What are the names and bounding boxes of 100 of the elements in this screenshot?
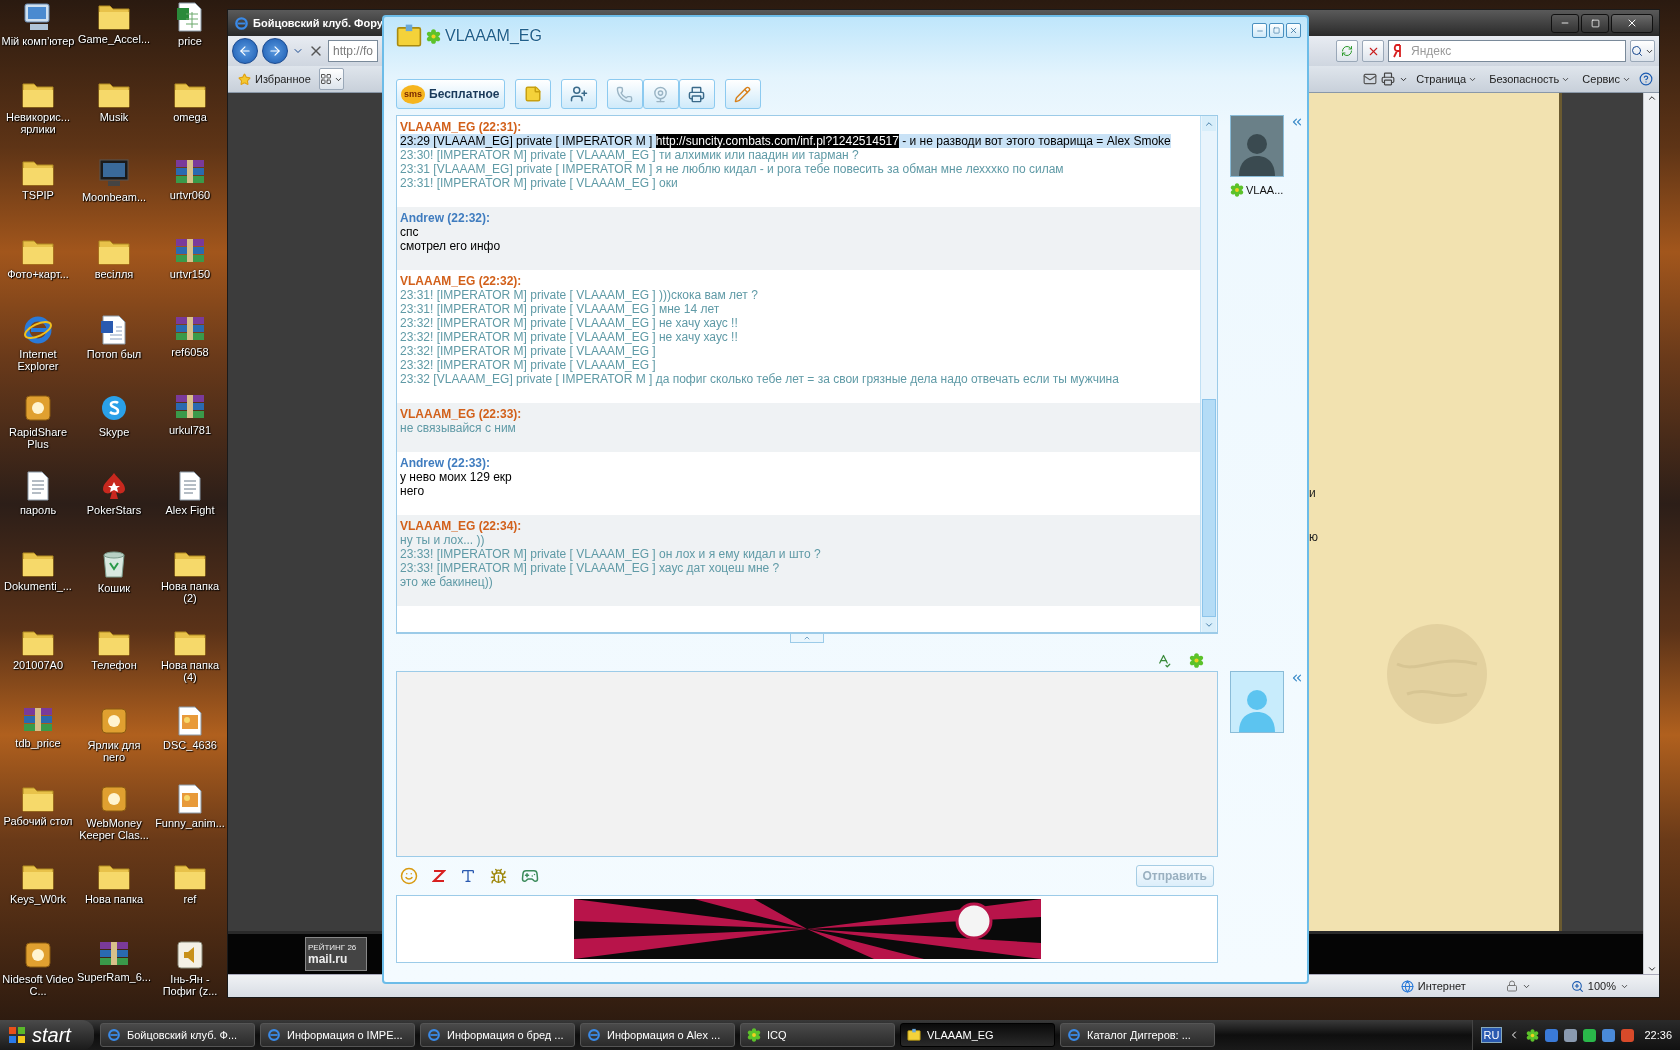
taskbar-button[interactable]: Бойцовский клуб. Ф... xyxy=(100,1023,255,1047)
start-button[interactable]: start xyxy=(0,1020,94,1050)
desktop-icon-label[interactable]: Ярлик для nero xyxy=(77,738,151,763)
fax-button[interactable] xyxy=(678,79,715,109)
favorites-button[interactable]: Избранное xyxy=(234,69,315,89)
desktop-icon-label[interactable]: пароль xyxy=(19,504,57,517)
recycle-bin-icon xyxy=(100,549,128,580)
tray-icon[interactable] xyxy=(1583,1028,1597,1042)
scroll-down-icon[interactable] xyxy=(1646,964,1657,974)
back-button[interactable] xyxy=(232,38,258,64)
desktop-icon-label[interactable]: DSC_4636 xyxy=(163,738,217,751)
maximize-button[interactable] xyxy=(1269,23,1284,38)
taskbar-button[interactable]: Информация о IMPE... xyxy=(260,1023,415,1047)
desktop-icon-label[interactable]: Потоп был xyxy=(86,347,142,360)
collapse-icon[interactable] xyxy=(1290,671,1304,685)
desktop-icon-label[interactable]: Skype xyxy=(98,425,130,438)
desktop-icon-label[interactable]: Телефон xyxy=(91,658,137,671)
taskbar-button[interactable]: ICQ xyxy=(740,1023,895,1047)
desktop-icon-label[interactable]: TSPIP xyxy=(22,189,54,202)
message-text: него xyxy=(400,484,426,498)
close-button[interactable] xyxy=(1286,23,1301,38)
zigzag-icon[interactable] xyxy=(432,869,446,883)
add-contact-button[interactable] xyxy=(560,79,597,109)
smiley-icon[interactable] xyxy=(400,867,418,885)
mail-icon[interactable] xyxy=(1363,72,1378,86)
desktop-icon-label[interactable]: Фото+карт... xyxy=(7,267,69,280)
desktop-icon-label[interactable]: Рабочий стол xyxy=(3,814,73,827)
tabs-grid-button[interactable] xyxy=(318,68,344,90)
minimize-button[interactable] xyxy=(1551,13,1579,33)
tray-icon[interactable] xyxy=(1602,1028,1616,1042)
desktop-icon-label[interactable]: urtvr150 xyxy=(169,267,211,280)
desktop-icon-label[interactable]: Nidesoft Video C... xyxy=(1,973,75,998)
spellcheck-icon[interactable] xyxy=(1156,652,1171,668)
desktop-icon-label[interactable]: PokerStars xyxy=(86,504,142,517)
spreadsheet-icon xyxy=(176,2,204,32)
desktop-icon-label[interactable]: Internet Explorer xyxy=(1,347,75,372)
link[interactable]: http://suncity.combats.com/inf.pl?1242514517 xyxy=(655,134,899,148)
desktop-icon-label[interactable]: весілля xyxy=(94,267,134,280)
scrollbar[interactable] xyxy=(1643,93,1659,974)
desktop-icon-label[interactable]: 201007A0 xyxy=(12,658,64,671)
help-icon[interactable] xyxy=(1639,72,1653,86)
command-menu[interactable]: Страница xyxy=(1412,69,1482,89)
notes-button[interactable] xyxy=(514,79,551,109)
desktop-icon-label[interactable]: Мій комп’ютер xyxy=(1,35,75,47)
desktop-icon-label[interactable]: urkul781 xyxy=(168,423,212,436)
taskbar-button[interactable]: VLAAAM_EG xyxy=(900,1023,1055,1047)
desktop-icon-label[interactable]: price xyxy=(178,35,202,47)
desktop-icon-label[interactable]: Musik xyxy=(99,111,129,124)
desktop-icon-label[interactable]: Funny_anim... xyxy=(155,816,225,829)
desktop-icon-label[interactable]: Keys_W0rk xyxy=(9,893,67,906)
taskbar-button[interactable]: Информация о Alex ... xyxy=(580,1023,735,1047)
edit-button[interactable] xyxy=(724,79,761,109)
desktop-icon-label[interactable]: RapidShare Plus xyxy=(1,425,75,450)
scroll-up-icon[interactable] xyxy=(1646,93,1657,103)
command-menu[interactable]: Безопасность xyxy=(1485,69,1575,89)
refresh-button[interactable] xyxy=(1336,40,1358,62)
zoom-button[interactable]: 100% xyxy=(1570,979,1629,993)
desktop-icon-label[interactable]: Кошик xyxy=(97,582,131,595)
command-menu[interactable]: Сервис xyxy=(1578,69,1635,89)
desktop-icon-label[interactable]: Dokumenti_... xyxy=(4,580,72,593)
gamepad-icon[interactable] xyxy=(521,867,539,885)
desktop-icon-label[interactable]: urtvr060 xyxy=(169,189,211,202)
tray-icon[interactable] xyxy=(1621,1028,1635,1042)
message-input[interactable] xyxy=(396,671,1218,857)
desktop-icon-label[interactable]: Нова папка xyxy=(84,893,144,906)
stop-button[interactable] xyxy=(1362,40,1384,62)
sms-button[interactable]: sms Бесплатное xyxy=(396,79,505,109)
desktop-icon-label[interactable]: Нова папка (2) xyxy=(153,580,227,605)
desktop-icon-label[interactable]: Нова папка (4) xyxy=(153,658,227,683)
text-format-icon[interactable] xyxy=(460,868,476,884)
taskbar-button[interactable]: Информация о бред ... xyxy=(420,1023,575,1047)
scroll-thumb[interactable] xyxy=(1202,399,1216,617)
print-icon[interactable] xyxy=(1381,72,1396,86)
maximize-button[interactable] xyxy=(1581,13,1609,33)
desktop-icon-label[interactable]: WebMoney Keeper Clas... xyxy=(77,816,151,841)
desktop-icon-label[interactable]: Moonbeam... xyxy=(81,191,147,204)
minimize-button[interactable] xyxy=(1252,23,1267,38)
scrollbar[interactable] xyxy=(1200,116,1217,632)
desktop-icon-label[interactable]: Alex Fight xyxy=(165,504,215,517)
desktop-icon-label[interactable]: tdb_price xyxy=(15,736,61,749)
bug-icon[interactable] xyxy=(490,867,507,885)
desktop-icon-label[interactable]: ref6058 xyxy=(171,345,209,358)
search-button[interactable] xyxy=(1630,40,1655,62)
forward-button[interactable] xyxy=(262,38,288,64)
desktop-icon-label[interactable]: Game_Accel... xyxy=(77,33,151,45)
address-field[interactable]: http://fo xyxy=(328,40,378,62)
desktop-icon-label[interactable]: omega xyxy=(173,111,207,124)
desktop-icon-label[interactable]: Інь-Ян - Пофиг (z... xyxy=(153,973,227,998)
desktop-icon-label[interactable]: ref xyxy=(183,893,197,906)
counter-badge[interactable]: РЕЙТИНГ 26 mail.ru xyxy=(305,937,367,971)
collapse-icon[interactable] xyxy=(1290,115,1304,129)
close-button[interactable] xyxy=(1611,13,1653,33)
splitter-handle[interactable] xyxy=(790,634,824,643)
language-button[interactable]: RU xyxy=(1480,1027,1503,1043)
network-icon[interactable] xyxy=(1545,1028,1559,1042)
lock-icon[interactable] xyxy=(1505,980,1518,992)
tray-icon[interactable] xyxy=(1564,1028,1578,1042)
taskbar-button[interactable]: Каталог Диггеров: ... xyxy=(1060,1023,1215,1047)
desktop-icon-label[interactable]: SuperRam_6... xyxy=(77,971,151,984)
desktop-icon-label[interactable]: Невикорис... ярлики xyxy=(1,111,75,136)
